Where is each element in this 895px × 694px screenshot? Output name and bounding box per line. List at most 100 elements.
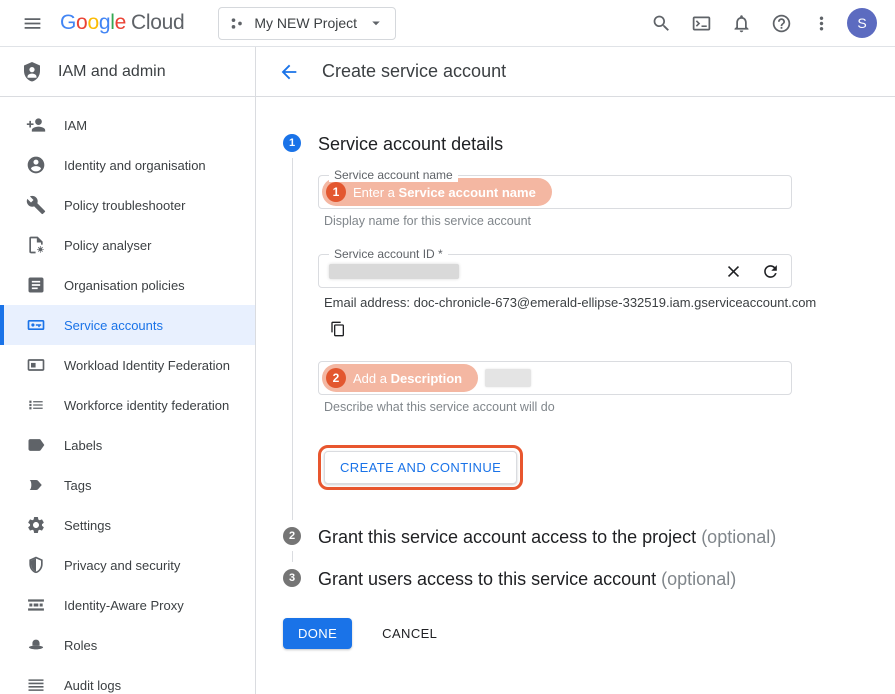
form-actions: DONE CANCEL (283, 618, 895, 649)
annotation-2-text: Add a Description (353, 371, 462, 386)
wrench-icon (26, 195, 46, 215)
step-2-optional: (optional) (696, 527, 776, 547)
id-card-icon (26, 355, 46, 375)
annotation-2-number: 2 (326, 368, 346, 388)
page-content: 1 Service account details Service accoun… (256, 97, 895, 694)
sidebar-item-identity-aware-proxy[interactable]: Identity-Aware Proxy (0, 585, 255, 625)
more-vert-icon[interactable] (801, 3, 841, 43)
clear-icon[interactable] (722, 260, 744, 282)
sidebar-item-settings[interactable]: Settings (0, 505, 255, 545)
step-2-badge: 2 (283, 527, 301, 545)
avatar[interactable]: S (847, 8, 877, 38)
document-icon (26, 275, 46, 295)
sidebar-item-policy-analyser[interactable]: Policy analyser (0, 225, 255, 265)
help-icon[interactable] (761, 3, 801, 43)
logo-cloud-text: Cloud (131, 11, 184, 35)
description-input[interactable]: 2 Add a Description (318, 361, 792, 395)
tutorial-annotation-2: 2 Add a Description (322, 364, 478, 392)
step-3-optional: (optional) (656, 569, 736, 589)
tag-icon (26, 475, 46, 495)
step-3: 3 Grant users access to this service acc… (283, 566, 895, 592)
project-name: My NEW Project (254, 15, 357, 31)
copy-icon[interactable] (330, 320, 348, 338)
policy-analyser-icon (26, 235, 46, 255)
shield-icon (26, 555, 46, 575)
sidebar-item-service-accounts[interactable]: Service accounts (0, 305, 255, 345)
step-2-rail: 2 (283, 524, 301, 566)
cloud-shell-icon[interactable] (681, 3, 721, 43)
back-arrow-icon[interactable] (278, 60, 302, 84)
step-3-rail: 3 (283, 566, 301, 592)
logo-letter: G (60, 11, 76, 35)
tutorial-annotation-1: 1 Enter a Service account name (322, 178, 552, 206)
sidebar-item-roles[interactable]: Roles (0, 625, 255, 665)
proxy-icon (26, 595, 46, 615)
top-bar: Google Cloud My NEW Project (0, 0, 895, 47)
step-1: 1 Service account details Service accoun… (283, 131, 895, 524)
google-cloud-logo[interactable]: Google Cloud (60, 11, 184, 35)
menu-icon[interactable] (12, 3, 52, 43)
sidebar-item-iam[interactable]: IAM (0, 105, 255, 145)
label-icon (26, 435, 46, 455)
service-account-form: Service account name 1 Enter a Service a… (318, 175, 792, 490)
tutorial-highlight-outline: CREATE AND CONTINUE (318, 445, 523, 490)
topbar-actions: S (641, 3, 887, 43)
refresh-icon[interactable] (759, 260, 781, 282)
chevron-down-icon (367, 14, 385, 32)
iam-shield-person-icon (20, 60, 44, 84)
main-panel: Create service account 1 Service account… (256, 47, 895, 694)
sidebar-item-privacy-and-security[interactable]: Privacy and security (0, 545, 255, 585)
page-header: Create service account (256, 47, 895, 97)
sidebar-item-policy-troubleshooter[interactable]: Policy troubleshooter (0, 185, 255, 225)
person-add-icon (26, 115, 46, 135)
description-helper-text: Describe what this service account will … (324, 400, 792, 414)
name-helper-text: Display name for this service account (324, 214, 792, 228)
create-and-continue-button[interactable]: CREATE AND CONTINUE (324, 451, 517, 484)
service-account-name-input[interactable]: Service account name 1 Enter a Service a… (318, 175, 792, 209)
sidebar-item-organisation-policies[interactable]: Organisation policies (0, 265, 255, 305)
logo-letter: e (115, 11, 126, 35)
step-connector-line (292, 158, 293, 520)
project-selector[interactable]: My NEW Project (218, 7, 396, 40)
annotation-1-number: 1 (326, 182, 346, 202)
logo-letter: g (99, 11, 110, 35)
sidebar: IAM and admin IAM Identity and organisat… (0, 47, 256, 694)
sidebar-item-workforce-identity-federation[interactable]: Workforce identity federation (0, 385, 255, 425)
logo-letter: o (87, 11, 98, 35)
step-3-badge: 3 (283, 569, 301, 587)
redacted-id-value (329, 264, 459, 279)
sidebar-nav: IAM Identity and organisation Policy tro… (0, 97, 255, 694)
step-1-badge: 1 (283, 134, 301, 152)
sidebar-item-labels[interactable]: Labels (0, 425, 255, 465)
list-icon (26, 395, 46, 415)
google-cloud-console: Google Cloud My NEW Project (0, 0, 895, 694)
person-circle-icon (26, 155, 46, 175)
sidebar-item-tags[interactable]: Tags (0, 465, 255, 505)
step-1-rail: 1 (283, 131, 301, 524)
sidebar-header: IAM and admin (0, 47, 255, 97)
step-2-title: Grant this service account access to the… (318, 524, 788, 550)
annotation-1-text: Enter a Service account name (353, 185, 536, 200)
cancel-button[interactable]: CANCEL (382, 626, 437, 641)
service-account-id-input[interactable]: Service account ID * (318, 254, 792, 288)
service-account-name-label: Service account name (329, 168, 458, 182)
audit-logs-icon (26, 675, 46, 694)
step-connector-line (292, 551, 293, 562)
step-1-title: Service account details (318, 131, 895, 157)
redacted-description-value (485, 369, 531, 387)
body-row: IAM and admin IAM Identity and organisat… (0, 47, 895, 694)
service-account-key-icon (26, 315, 46, 335)
roles-hat-icon (26, 635, 46, 655)
page-title: Create service account (322, 61, 506, 82)
step-2: 2 Grant this service account access to t… (283, 524, 895, 566)
notifications-icon[interactable] (721, 3, 761, 43)
done-button[interactable]: DONE (283, 618, 352, 649)
gear-icon (26, 515, 46, 535)
search-icon[interactable] (641, 3, 681, 43)
email-address-text: Email address: doc-chronicle-673@emerald… (324, 295, 792, 310)
logo-letter: o (76, 11, 87, 35)
sidebar-item-identity-and-organisation[interactable]: Identity and organisation (0, 145, 255, 185)
sidebar-item-audit-logs[interactable]: Audit logs (0, 665, 255, 694)
sidebar-item-workload-identity-federation[interactable]: Workload Identity Federation (0, 345, 255, 385)
step-3-title: Grant users access to this service accou… (318, 566, 895, 592)
